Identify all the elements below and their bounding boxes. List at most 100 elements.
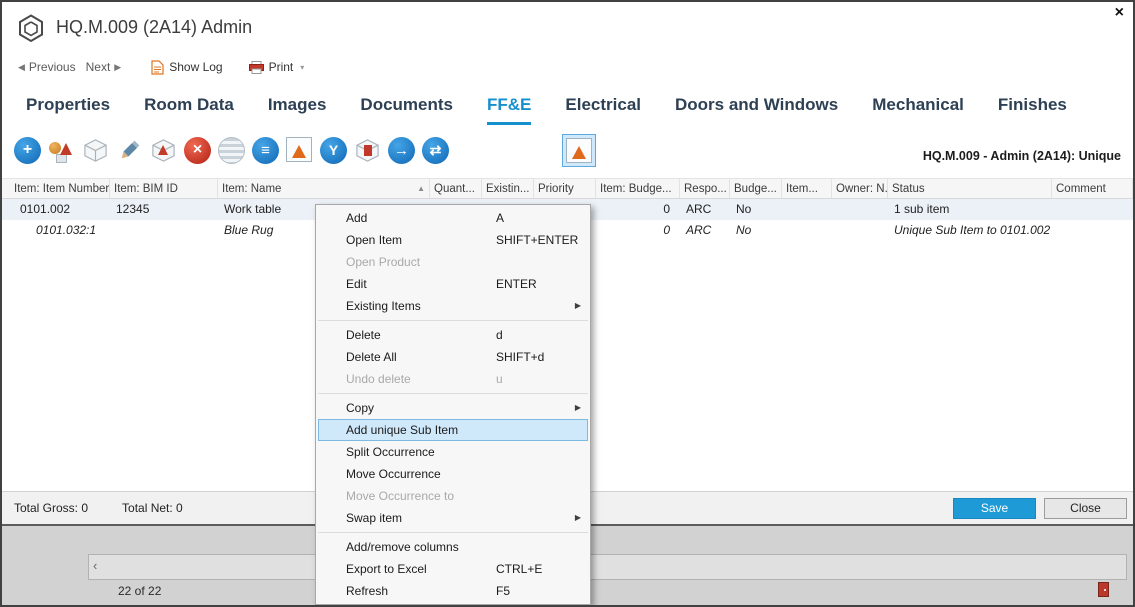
edit-button[interactable]	[116, 137, 143, 164]
menu-item-label: Add/remove columns	[346, 540, 459, 554]
product-button[interactable]	[82, 137, 109, 164]
forward-button[interactable]: →	[388, 137, 415, 164]
menu-item-shortcut: SHIFT+ENTER	[496, 229, 578, 251]
refresh-icon: ⇄	[422, 137, 449, 164]
menu-item-add[interactable]: Add A	[316, 207, 590, 229]
close-button[interactable]: Close	[1044, 498, 1127, 519]
column-header-item[interactable]: Item...	[782, 179, 832, 198]
tab-doors-and-windows[interactable]: Doors and Windows	[675, 95, 838, 125]
menu-item-existing-items[interactable]: Existing Items ▶	[316, 295, 590, 317]
menu-item-shortcut: d	[496, 324, 503, 346]
table-cell: 1 sub item	[888, 199, 1052, 220]
y-icon: Y	[320, 137, 347, 164]
red-door-icon	[364, 145, 372, 156]
tab-properties[interactable]: Properties	[26, 95, 110, 125]
cone-view-button[interactable]	[286, 137, 313, 164]
column-header-comment[interactable]: Comment	[1052, 179, 1133, 198]
close-icon[interactable]: ×	[1115, 4, 1124, 22]
column-header-item-number[interactable]: Item: Item Number	[2, 179, 110, 198]
print-button[interactable]: Print ▾	[249, 60, 305, 74]
door-product-button[interactable]	[354, 137, 381, 164]
items-button[interactable]	[48, 137, 75, 164]
column-label: Item: Name	[222, 183, 281, 195]
door-icon[interactable]	[1098, 582, 1109, 597]
previous-button[interactable]: Previous	[29, 60, 76, 74]
menu-item-label: Add	[346, 211, 367, 225]
add-item-button[interactable]: +	[14, 137, 41, 164]
column-label: Comment	[1056, 183, 1106, 195]
table-header: Item: Item Number Item: BIM ID Item: Nam…	[2, 178, 1133, 199]
tab-room-data[interactable]: Room Data	[144, 95, 234, 125]
cone-box-icon	[286, 137, 312, 162]
menu-item-add-remove-columns[interactable]: Add/remove columns	[316, 536, 590, 558]
menu-item-label: Delete All	[346, 350, 397, 364]
tab-documents[interactable]: Documents	[360, 95, 453, 125]
submenu-arrow-icon: ▶	[575, 507, 581, 529]
submenu-arrow-icon: ▶	[575, 295, 581, 317]
globe-icon	[218, 137, 245, 164]
dialog-title: HQ.M.009 (2A14) Admin	[56, 17, 252, 38]
print-icon	[249, 61, 264, 74]
column-header-existing[interactable]: Existin...	[482, 179, 534, 198]
menu-item-delete[interactable]: Delete d	[316, 324, 590, 346]
menu-item-copy[interactable]: Copy ▶	[316, 397, 590, 419]
table-cell: ARC	[680, 199, 730, 220]
list-view-button[interactable]: ≡	[252, 137, 279, 164]
menu-item-split-occurrence[interactable]: Split Occurrence	[316, 441, 590, 463]
submenu-arrow-icon: ▶	[575, 397, 581, 419]
menu-item-edit[interactable]: Edit ENTER	[316, 273, 590, 295]
tab-mechanical[interactable]: Mechanical	[872, 95, 964, 125]
tab-finishes[interactable]: Finishes	[998, 95, 1067, 125]
table-cell	[832, 220, 888, 241]
column-label: Budge...	[734, 183, 777, 195]
table-cell	[782, 199, 832, 220]
cone-view-active-button[interactable]	[562, 134, 596, 167]
tab-ffe[interactable]: FF&E	[487, 95, 531, 125]
column-header-responsible[interactable]: Respo...	[680, 179, 730, 198]
menu-item-label: Add unique Sub Item	[346, 423, 458, 437]
scroll-left-icon[interactable]: ‹	[93, 558, 97, 573]
column-header-quantity[interactable]: Quant...	[430, 179, 482, 198]
column-header-name[interactable]: Item: Name ▲	[218, 179, 430, 198]
copy-product-button[interactable]	[150, 137, 177, 164]
menu-item-label: Move Occurrence	[346, 467, 441, 481]
delete-button[interactable]: ×	[184, 137, 211, 164]
menu-item-refresh[interactable]: Refresh F5	[316, 580, 590, 602]
show-log-button[interactable]: Show Log	[151, 60, 222, 75]
sort-asc-icon: ▲	[417, 184, 425, 193]
menu-item-label: Copy	[346, 401, 374, 415]
column-label: Existin...	[486, 183, 529, 195]
cone-icon	[60, 143, 72, 155]
table-cell: 12345	[110, 199, 218, 220]
menu-item-undo-delete: Undo delete u	[316, 368, 590, 390]
previous-arrow-icon[interactable]: ◀	[18, 62, 25, 73]
tab-images[interactable]: Images	[268, 95, 327, 125]
context-menu: Add A Open Item SHIFT+ENTER Open Product…	[315, 204, 591, 605]
menu-item-add-unique-sub-item[interactable]: Add unique Sub Item	[318, 419, 588, 441]
column-header-budge[interactable]: Budge...	[730, 179, 782, 198]
column-header-bim-id[interactable]: Item: BIM ID	[110, 179, 218, 198]
menu-item-open-item[interactable]: Open Item SHIFT+ENTER	[316, 229, 590, 251]
next-button[interactable]: Next	[86, 60, 111, 74]
print-label: Print	[269, 60, 294, 74]
tab-electrical[interactable]: Electrical	[565, 95, 641, 125]
room-context-label: HQ.M.009 - Admin (2A14): Unique	[923, 149, 1121, 163]
menu-item-swap-item[interactable]: Swap item ▶	[316, 507, 590, 529]
globe-button[interactable]	[218, 137, 245, 164]
menu-item-export-to-excel[interactable]: Export to Excel CTRL+E	[316, 558, 590, 580]
column-label: Owner: N...	[836, 183, 888, 195]
menu-item-delete-all[interactable]: Delete All SHIFT+d	[316, 346, 590, 368]
column-header-owner[interactable]: Owner: N...	[832, 179, 888, 198]
refresh-button[interactable]: ⇄	[422, 137, 449, 164]
split-button[interactable]: Y	[320, 137, 347, 164]
menu-item-move-occurrence[interactable]: Move Occurrence	[316, 463, 590, 485]
horizontal-scrollbar[interactable]: ‹	[88, 554, 1127, 580]
column-header-budget[interactable]: Item: Budge...	[596, 179, 680, 198]
next-arrow-icon[interactable]: ▶	[114, 62, 121, 73]
column-header-priority[interactable]: Priority	[534, 179, 596, 198]
save-button[interactable]: Save	[953, 498, 1036, 519]
column-header-status[interactable]: Status	[888, 179, 1052, 198]
table-cell: 0	[596, 199, 680, 220]
menu-item-shortcut: ENTER	[496, 273, 537, 295]
column-label: Item: Budge...	[600, 183, 672, 195]
